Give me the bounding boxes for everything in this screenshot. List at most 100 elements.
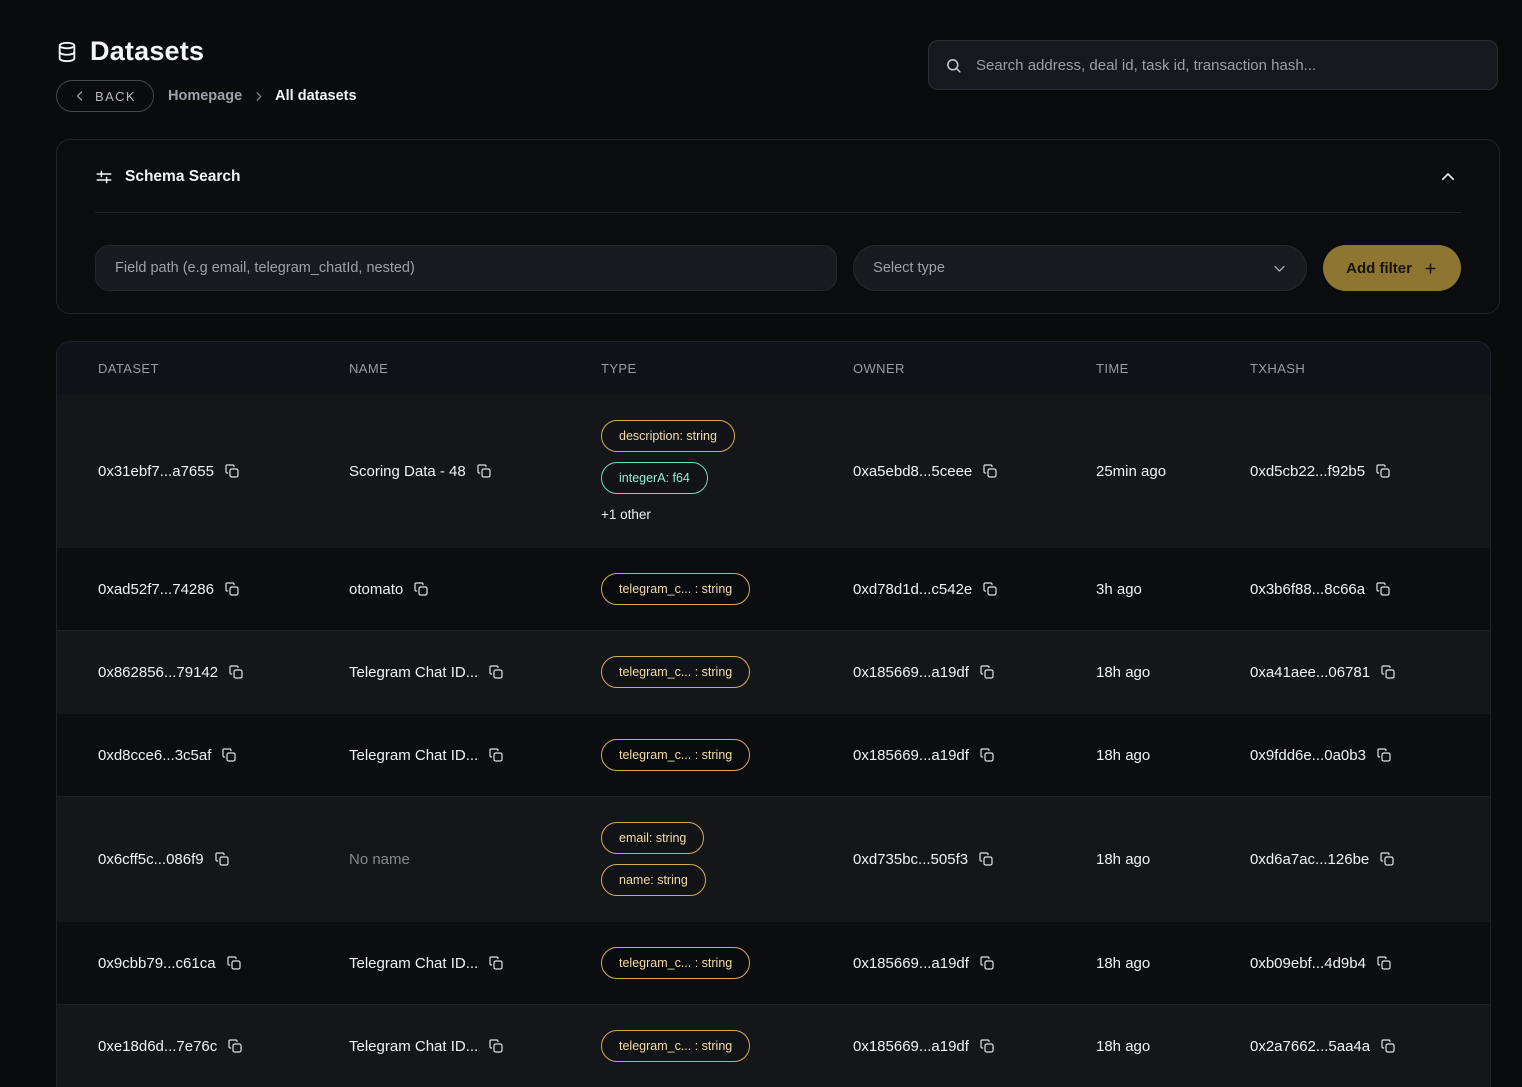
field-path-input[interactable] bbox=[95, 245, 837, 291]
copy-icon[interactable] bbox=[221, 747, 237, 763]
dataset-id: 0x6cff5c...086f9 bbox=[98, 851, 204, 868]
copy-icon[interactable] bbox=[488, 955, 504, 971]
dataset-name: Telegram Chat ID... bbox=[349, 664, 478, 681]
table-row: 0xd8cce6...3c5afTelegram Chat ID...teleg… bbox=[57, 713, 1490, 796]
title-block: Datasets BACK Homepage All datasets bbox=[56, 36, 357, 112]
type-extra-count: +1 other bbox=[601, 507, 651, 522]
add-filter-label: Add filter bbox=[1346, 260, 1412, 277]
column-header-time: TIME bbox=[1096, 361, 1250, 376]
txhash: 0xd5cb22...f92b5 bbox=[1250, 463, 1365, 480]
chevron-left-icon bbox=[74, 90, 86, 102]
txhash: 0x2a7662...5aa4a bbox=[1250, 1038, 1370, 1055]
copy-icon[interactable] bbox=[488, 747, 504, 763]
dataset-name: Scoring Data - 48 bbox=[349, 463, 466, 480]
column-header-txhash: TXHASH bbox=[1250, 361, 1470, 376]
copy-icon[interactable] bbox=[214, 851, 230, 867]
copy-icon[interactable] bbox=[979, 1038, 995, 1054]
time-ago: 25min ago bbox=[1096, 463, 1166, 480]
chevron-up-icon bbox=[1439, 168, 1457, 186]
copy-icon[interactable] bbox=[979, 955, 995, 971]
owner-address: 0x185669...a19df bbox=[853, 747, 969, 764]
copy-icon[interactable] bbox=[227, 1038, 243, 1054]
time-ago: 18h ago bbox=[1096, 747, 1150, 764]
table-row: 0x6cff5c...086f9No nameemail: stringname… bbox=[57, 796, 1490, 921]
type-chip: telegram_c... : string bbox=[601, 947, 750, 979]
dataset-name: Telegram Chat ID... bbox=[349, 955, 478, 972]
copy-icon[interactable] bbox=[488, 664, 504, 680]
copy-icon[interactable] bbox=[1380, 1038, 1396, 1054]
table-row: 0x31ebf7...a7655 Scoring Data - 48 descrip… bbox=[57, 395, 1490, 547]
txhash: 0x3b6f88...8c66a bbox=[1250, 581, 1365, 598]
dataset-id: 0x862856...79142 bbox=[98, 664, 218, 681]
top-bar: Datasets BACK Homepage All datasets bbox=[0, 0, 1522, 112]
copy-icon[interactable] bbox=[979, 664, 995, 680]
table-row: 0xad52f7...74286 otomato telegram_c... : s… bbox=[57, 547, 1490, 630]
breadcrumb-current: All datasets bbox=[275, 88, 356, 104]
copy-icon[interactable] bbox=[488, 1038, 504, 1054]
table-row: 0xe18d6d...7e76cTelegram Chat ID...teleg… bbox=[57, 1004, 1490, 1087]
add-filter-button[interactable]: Add filter bbox=[1323, 245, 1461, 291]
owner-address: 0xd735bc...505f3 bbox=[853, 851, 968, 868]
time-ago: 18h ago bbox=[1096, 955, 1150, 972]
copy-icon[interactable] bbox=[1375, 463, 1391, 479]
search-input[interactable] bbox=[974, 56, 1481, 75]
copy-icon[interactable] bbox=[982, 463, 998, 479]
table-row: 0x862856...79142Telegram Chat ID...teleg… bbox=[57, 630, 1490, 713]
owner-address: 0xa5ebd8...5ceee bbox=[853, 463, 972, 480]
back-button[interactable]: BACK bbox=[56, 80, 154, 112]
column-header-dataset: DATASET bbox=[98, 361, 349, 376]
owner-address: 0x185669...a19df bbox=[853, 664, 969, 681]
dataset-name: No name bbox=[349, 851, 410, 868]
time-ago: 3h ago bbox=[1096, 581, 1142, 598]
copy-icon[interactable] bbox=[979, 747, 995, 763]
copy-icon[interactable] bbox=[226, 955, 242, 971]
column-header-type: TYPE bbox=[601, 361, 853, 376]
copy-icon[interactable] bbox=[476, 463, 492, 479]
plus-icon bbox=[1423, 261, 1438, 276]
copy-icon[interactable] bbox=[982, 581, 998, 597]
global-search[interactable] bbox=[928, 40, 1498, 90]
copy-icon[interactable] bbox=[1379, 851, 1395, 867]
type-chip: email: string bbox=[601, 822, 704, 854]
type-chip: telegram_c... : string bbox=[601, 573, 750, 605]
table-body: 0x31ebf7...a7655 Scoring Data - 48 descrip… bbox=[57, 395, 1490, 1087]
copy-icon[interactable] bbox=[1375, 581, 1391, 597]
chevron-right-icon bbox=[253, 91, 264, 102]
type-chip: description: string bbox=[601, 420, 735, 452]
copy-icon[interactable] bbox=[978, 851, 994, 867]
copy-icon[interactable] bbox=[413, 581, 429, 597]
type-select[interactable]: Select type bbox=[853, 245, 1307, 291]
copy-icon[interactable] bbox=[1380, 664, 1396, 680]
copy-icon[interactable] bbox=[228, 664, 244, 680]
copy-icon[interactable] bbox=[224, 463, 240, 479]
dataset-id: 0x31ebf7...a7655 bbox=[98, 463, 214, 480]
owner-address: 0xd78d1d...c542e bbox=[853, 581, 972, 598]
dataset-id: 0xe18d6d...7e76c bbox=[98, 1038, 217, 1055]
column-header-name: NAME bbox=[349, 361, 601, 376]
txhash: 0xa41aee...06781 bbox=[1250, 664, 1370, 681]
search-icon bbox=[945, 57, 962, 74]
copy-icon[interactable] bbox=[1376, 747, 1392, 763]
table-header: DATASET NAME TYPE OWNER TIME TXHASH bbox=[57, 342, 1490, 395]
owner-address: 0x185669...a19df bbox=[853, 955, 969, 972]
copy-icon[interactable] bbox=[1376, 955, 1392, 971]
page-title: Datasets bbox=[90, 36, 204, 67]
collapse-panel-button[interactable] bbox=[1435, 164, 1461, 190]
dataset-name: otomato bbox=[349, 581, 403, 598]
copy-icon[interactable] bbox=[224, 581, 240, 597]
dataset-id: 0xd8cce6...3c5af bbox=[98, 747, 211, 764]
dataset-id: 0xad52f7...74286 bbox=[98, 581, 214, 598]
breadcrumb: Homepage All datasets bbox=[168, 88, 357, 104]
chevron-down-icon bbox=[1272, 261, 1287, 276]
txhash: 0xb09ebf...4d9b4 bbox=[1250, 955, 1366, 972]
type-chip: integerA: f64 bbox=[601, 462, 708, 494]
type-select-value: Select type bbox=[873, 260, 945, 276]
database-icon bbox=[56, 41, 78, 63]
dataset-name: Telegram Chat ID... bbox=[349, 1038, 478, 1055]
column-header-owner: OWNER bbox=[853, 361, 1096, 376]
breadcrumb-homepage[interactable]: Homepage bbox=[168, 88, 242, 104]
type-chip: telegram_c... : string bbox=[601, 739, 750, 771]
schema-search-title: Schema Search bbox=[125, 168, 240, 186]
txhash: 0xd6a7ac...126be bbox=[1250, 851, 1369, 868]
dataset-id: 0x9cbb79...c61ca bbox=[98, 955, 216, 972]
